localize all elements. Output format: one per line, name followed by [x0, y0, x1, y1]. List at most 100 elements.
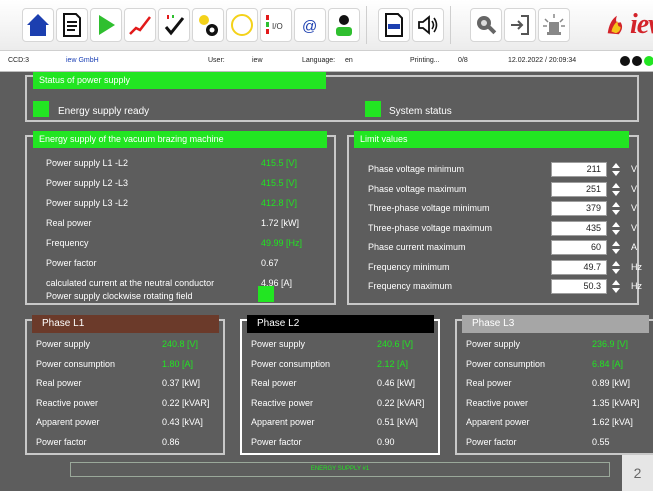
- home-icon: [27, 14, 49, 36]
- phase-row-value: 0.89 [kW]: [592, 378, 631, 389]
- limit-unit: Hz: [631, 261, 642, 272]
- spin-arrows-icon[interactable]: [610, 260, 622, 275]
- spin-arrows-icon[interactable]: [610, 279, 622, 294]
- phase-row-value: 2.12 [A]: [377, 358, 409, 369]
- phase-row-value: 1.35 [kVAR]: [592, 397, 640, 408]
- limit-value-input[interactable]: 211: [551, 162, 607, 177]
- status-button[interactable]: [226, 8, 258, 42]
- energy-row-value: 49.99 [Hz]: [261, 238, 303, 248]
- email-button[interactable]: @: [294, 8, 326, 42]
- status-dot: [620, 56, 630, 66]
- limit-row-label: Phase voltage minimum: [368, 164, 465, 174]
- phase-row-value: 0.55: [592, 437, 610, 447]
- print-count: 0/8: [458, 57, 468, 64]
- phase-row-label: Power factor: [466, 437, 517, 447]
- phase-row-value: 240.8 [V]: [162, 339, 199, 349]
- document-icon: [63, 13, 81, 37]
- svg-text:I/O: I/O: [272, 22, 283, 31]
- circle-icon: [231, 14, 253, 36]
- document-button[interactable]: [56, 8, 88, 42]
- phase-title: Phase L1: [32, 315, 219, 333]
- system-status-indicator: [365, 101, 381, 117]
- phase-row-label: Reactive power: [466, 397, 529, 408]
- phase-row-value: 240.6 [V]: [377, 339, 414, 349]
- phase-row-value: 0.43 [kVA]: [162, 417, 203, 428]
- status-dot: [632, 56, 642, 66]
- settings-button[interactable]: [192, 8, 224, 42]
- limit-value-input[interactable]: 60: [551, 240, 607, 255]
- limit-unit: V: [631, 222, 638, 233]
- rotating-field-indicator: [258, 286, 274, 302]
- phase-row-value: 1.62 [kVA]: [592, 417, 633, 428]
- phase-row-label: Power consumption: [251, 358, 331, 369]
- limit-unit: V: [631, 183, 638, 194]
- limit-row-label: Phase current maximum: [368, 242, 466, 252]
- svg-text:@: @: [302, 18, 317, 35]
- phase-row-label: Real power: [251, 378, 297, 389]
- limit-value-input[interactable]: 379: [551, 201, 607, 216]
- user-button[interactable]: [328, 8, 360, 42]
- limit-value-input[interactable]: 50.3: [551, 279, 607, 294]
- company-name: iew GmbH: [66, 57, 99, 64]
- toolbar-divider: [366, 6, 367, 44]
- user-name: iew: [252, 57, 263, 64]
- spin-arrows-icon[interactable]: [610, 182, 622, 197]
- phase-row-label: Real power: [466, 378, 512, 389]
- phase-row-label: Reactive power: [36, 397, 99, 408]
- phase-row-value: 0.46 [kW]: [377, 378, 416, 389]
- energy-ready-indicator: [33, 101, 49, 117]
- rotating-field-label: Power supply clockwise rotating field: [46, 291, 193, 301]
- search-button[interactable]: [470, 8, 502, 42]
- energy-row-value: 415.5 [V]: [261, 178, 298, 188]
- phase-row-value: 0.90: [377, 437, 395, 447]
- spin-arrows-icon[interactable]: [610, 221, 622, 236]
- toolbar: I/O @ ie: [0, 0, 653, 51]
- limit-values-title: Limit values: [354, 131, 629, 148]
- page-number[interactable]: 2: [622, 455, 653, 491]
- energy-row-label: Power supply L1 -L2: [46, 158, 129, 168]
- speaker-button[interactable]: [412, 8, 444, 42]
- check-button[interactable]: [158, 8, 190, 42]
- spin-arrows-icon[interactable]: [610, 162, 622, 177]
- settings-icon: [199, 15, 218, 36]
- energy-row-value: 415.5 [V]: [261, 158, 298, 168]
- language-label: Language:: [302, 57, 336, 64]
- email-icon: @: [302, 18, 317, 35]
- chart-button[interactable]: [124, 8, 156, 42]
- energy-row-label: Power factor: [46, 258, 97, 268]
- limit-unit: A: [631, 242, 638, 252]
- check-icon: [164, 15, 185, 36]
- play-button[interactable]: [90, 8, 122, 42]
- phase-row-value: 0.51 [kVA]: [377, 417, 418, 428]
- language-value: en: [345, 57, 353, 64]
- limit-row-label: Frequency maximum: [368, 281, 453, 291]
- limit-row-label: Three-phase voltage maximum: [368, 222, 493, 233]
- status-dot: [644, 56, 653, 66]
- limit-value-input[interactable]: 435: [551, 220, 607, 236]
- limit-value-input[interactable]: 251: [551, 181, 607, 197]
- energy-row-label: Power supply L3 -L2: [46, 198, 129, 208]
- home-button[interactable]: [22, 8, 54, 42]
- phase-title: Phase L3: [462, 315, 649, 333]
- limit-row-label: Three-phase voltage minimum: [368, 203, 490, 213]
- speaker-icon: [418, 15, 438, 35]
- limit-unit: V: [631, 203, 638, 213]
- search-icon: [477, 16, 497, 35]
- light-icon: [543, 14, 565, 35]
- spin-arrows-icon[interactable]: [610, 201, 622, 216]
- limit-value-input[interactable]: 49.7: [551, 259, 607, 275]
- spin-arrows-icon[interactable]: [610, 240, 622, 255]
- phase-row-value: 0.22 [kVAR]: [162, 397, 210, 408]
- user-icon: [336, 15, 352, 36]
- pdf-button[interactable]: [378, 8, 410, 42]
- status-bar: CCD:3 iew GmbH User: iew Language: en Pr…: [0, 51, 653, 72]
- phase-row-label: Apparent power: [36, 417, 100, 428]
- system-status-label: System status: [389, 106, 452, 117]
- energy-row-label: calculated current at the neutral conduc…: [46, 278, 215, 288]
- io-button[interactable]: I/O: [260, 8, 292, 42]
- phase-row-label: Reactive power: [251, 397, 314, 408]
- light-button[interactable]: [538, 8, 570, 42]
- logout-button[interactable]: [504, 8, 536, 42]
- energy-row-label: Frequency: [46, 238, 89, 248]
- phase-row-label: Apparent power: [466, 417, 530, 428]
